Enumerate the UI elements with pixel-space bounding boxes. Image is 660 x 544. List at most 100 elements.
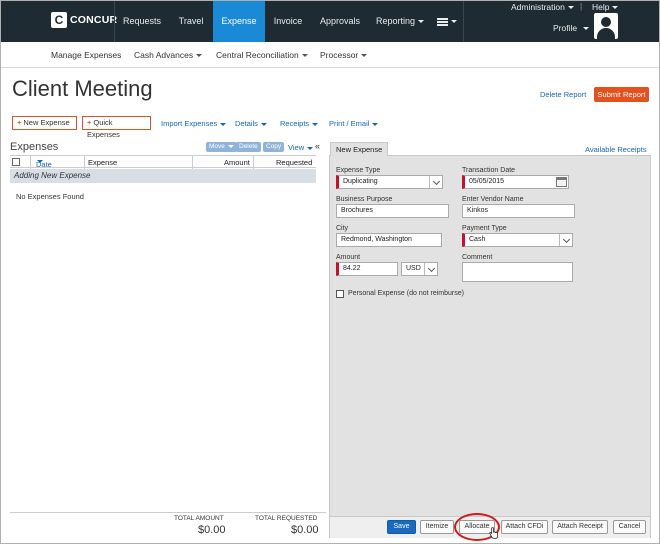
chevron-down-icon [220,122,227,126]
chevron-down-icon [583,27,590,31]
administration-menu[interactable]: Administration [511,2,574,12]
chevron-down-icon [372,122,379,126]
column-divider [30,156,31,169]
total-amount-value: $0.00 [198,524,226,536]
expense-type-label: Expense Type [336,167,381,174]
attach-receipt-button[interactable]: Attach Receipt [552,520,608,534]
help-menu[interactable]: Help [592,2,619,12]
chevron-down-icon [301,54,308,58]
print-email-menu[interactable]: Print / Email [329,119,379,128]
move-button[interactable]: Move [206,142,237,152]
column-amount[interactable]: Amount [224,158,250,167]
submit-report-button[interactable]: Submit Report [594,87,649,102]
city-label: City [336,225,349,232]
receipts-menu[interactable]: Receipts [280,119,319,128]
chevron-down-icon [418,20,425,24]
delete-report-link[interactable]: Delete Report [540,90,586,99]
quick-expenses-button[interactable]: + Quick Expenses [82,116,151,139]
chevron-down-icon [451,20,457,24]
hamburger-menu-icon [437,17,448,26]
column-expense[interactable]: Expense [88,158,117,167]
cancel-button[interactable]: Cancel [613,520,646,534]
tab-new-expense[interactable]: New Expense [330,142,389,156]
details-menu[interactable]: Details [235,119,267,128]
chevron-down-icon [424,263,437,275]
calendar-icon[interactable] [556,177,567,187]
sub-navigation: Manage Expenses Cash Advances Central Re… [0,42,660,68]
total-requested-label: TOTAL REQUESTED [255,515,318,522]
save-button[interactable]: Save [387,520,416,534]
import-expenses-menu[interactable]: Import Expenses [161,119,227,128]
comment-label: Comment [462,254,493,261]
available-receipts-link[interactable]: Available Receipts [585,145,647,154]
currency-value: USD [406,265,421,272]
profile-label: Profile [553,23,578,33]
column-divider [84,156,85,169]
nav-expense[interactable]: Expense [213,0,265,42]
subnav-cash-advances[interactable]: Cash Advances [134,42,203,68]
attach-cfdi-button[interactable]: Attach CFDi [501,520,548,534]
delete-button[interactable]: Delete [236,142,261,152]
transaction-date-label: Transaction Date [462,167,516,174]
amount-input[interactable]: 84.22 [336,262,398,276]
nav-reporting[interactable]: Reporting [369,0,431,42]
currency-select[interactable]: USD [401,262,438,276]
itemize-button[interactable]: Itemize [420,520,454,534]
expenses-title: Expenses [10,141,59,153]
chevron-down-icon [307,146,314,150]
nav-more-menu[interactable] [431,0,463,42]
top-navigation-bar: C CONCUR Requests Travel Expense Invoice… [0,0,660,42]
chevron-down-icon [559,234,572,246]
vendor-name-label: Enter Vendor Name [462,196,524,203]
city-input[interactable]: Redmond, Washington [336,233,442,247]
subnav-manage-expenses[interactable]: Manage Expenses [51,42,121,68]
chevron-down-icon [361,54,368,58]
no-expenses-message: No Expenses Found [16,192,84,201]
expense-type-select[interactable]: Duplicating [336,175,443,189]
avatar-head [601,17,611,27]
move-label: Move [209,143,225,150]
subnav-processor-label: Processor [320,50,359,60]
business-purpose-input[interactable]: Brochures [336,204,449,218]
plus-icon: + [87,118,92,127]
view-label: View [288,143,305,152]
administration-label: Administration [511,2,565,12]
chevron-down-icon [227,144,234,148]
column-requested[interactable]: Requested [276,158,312,167]
vendor-name-input[interactable]: Kinkos [462,204,575,218]
select-all-checkbox[interactable] [12,158,20,166]
collapse-panel-icon[interactable]: « [315,141,320,151]
transaction-date-input[interactable]: 05/05/2015 [462,175,569,189]
new-expense-button[interactable]: + New Expense [12,116,77,130]
subnav-central-reconciliation[interactable]: Central Reconciliation [216,42,308,68]
concur-logo-text: CONCUR [70,13,118,26]
nav-approvals[interactable]: Approvals [311,0,369,42]
avatar-icon[interactable] [594,13,618,39]
subnav-central-reconciliation-label: Central Reconciliation [216,50,299,60]
copy-button[interactable]: Copy [263,142,285,152]
subnav-processor[interactable]: Processor [320,42,368,68]
nav-travel[interactable]: Travel [170,0,212,42]
sort-down-icon [37,160,43,163]
adding-new-expense-row[interactable]: Adding New Expense [10,169,316,183]
chevron-down-icon [312,122,319,126]
concur-logo[interactable]: C CONCUR [51,11,117,28]
amount-label: Amount [336,254,361,261]
new-expense-label: New Expense [23,118,70,127]
personal-expense-checkbox[interactable] [336,290,344,298]
chevron-down-icon [196,54,203,58]
payment-type-select[interactable]: Cash [462,233,573,247]
utility-separator: | [580,1,583,11]
quick-expenses-label: Quick Expenses [87,118,120,139]
total-requested-value: $0.00 [291,524,319,536]
nav-invoice[interactable]: Invoice [265,0,311,42]
chevron-down-icon [612,6,619,10]
payment-type-value: Cash [469,236,486,243]
view-menu[interactable]: View [288,143,314,152]
profile-menu[interactable]: Profile [553,23,590,33]
business-purpose-label: Business Purpose [336,196,393,203]
comment-textarea[interactable] [462,262,573,282]
nav-requests[interactable]: Requests [114,0,170,42]
import-expenses-label: Import Expenses [161,119,218,128]
hand-cursor-icon [489,527,498,539]
